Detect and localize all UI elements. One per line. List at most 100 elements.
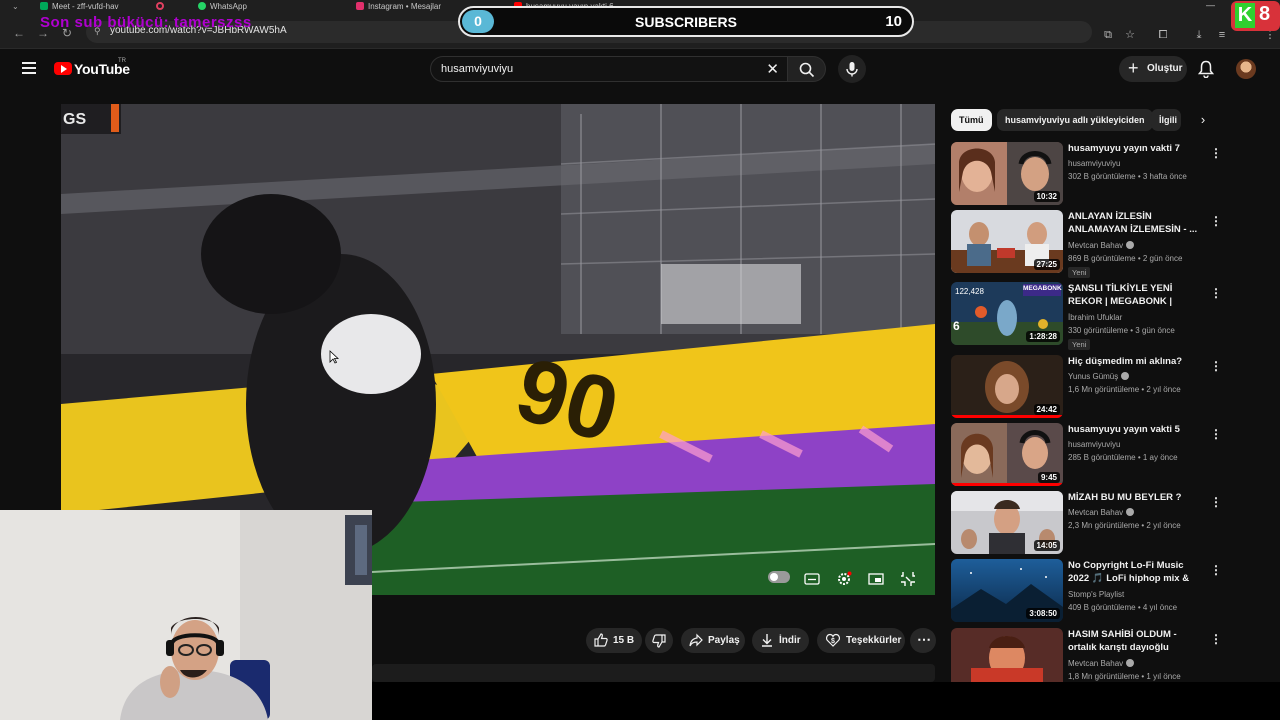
miniplayer-icon[interactable]	[868, 571, 884, 587]
video-thumbnail[interactable]: 14:05	[951, 491, 1063, 554]
channel-name[interactable]: husamviyuviyu	[1068, 159, 1120, 168]
channel-name[interactable]: Stomp's Playlist	[1068, 590, 1124, 599]
extensions-icon[interactable]: ⧠	[1157, 29, 1169, 41]
browser-tab[interactable]: WhatsApp	[198, 0, 338, 13]
subscriber-goal-bar: 0 SUBSCRIBERS 10	[458, 6, 914, 37]
subtitles-icon[interactable]	[804, 571, 820, 587]
channel-name[interactable]: Mevtcan Bahav	[1068, 241, 1135, 250]
video-thumbnail[interactable]: 24:42	[951, 355, 1063, 418]
bookmark-star-icon[interactable]: ☆	[1124, 29, 1136, 41]
menu-icon[interactable]	[22, 62, 36, 74]
super-thanks-icon: $	[826, 633, 840, 647]
back-icon[interactable]: ←	[12, 26, 26, 40]
channel-name-text: husamviyuviyu	[1068, 440, 1121, 449]
install-icon[interactable]: ⧉	[1102, 29, 1114, 41]
video-duration: 27:25	[1033, 259, 1060, 270]
like-button[interactable]: 15 B	[586, 628, 642, 653]
more-vert-icon[interactable]: ⋮	[1210, 495, 1222, 509]
video-title[interactable]: ANLAYAN İZLESİN ANLAMAYAN İZLEMESİN - ..…	[1068, 210, 1202, 236]
kick-viewer-badge: K 8	[1231, 1, 1280, 31]
recommended-video[interactable]: 9:45 husamyuyu yayın vakti 5 husamviyuvi…	[951, 423, 1222, 487]
more-vert-icon[interactable]: ⋮	[1210, 146, 1222, 160]
thanks-label: Teşekkürler	[846, 635, 902, 646]
tab-list-icon[interactable]: ⌄	[12, 0, 19, 13]
recommended-video[interactable]: 24:42 Hiç düşmedim mi aklına? Yunus Gümü…	[951, 355, 1222, 419]
channel-name[interactable]: Mevtcan Bahav	[1068, 659, 1135, 668]
video-title[interactable]: husamyuyu yayın vakti 5	[1068, 423, 1202, 436]
video-title[interactable]: MİZAH BU MU BEYLER ?	[1068, 491, 1202, 504]
media-control-icon[interactable]: ≡	[1216, 29, 1228, 41]
create-label: Oluştur	[1147, 63, 1183, 74]
autoplay-toggle[interactable]	[768, 571, 790, 583]
chip-related[interactable]: İlgili	[1151, 109, 1181, 131]
tab-label: WhatsApp	[210, 2, 247, 11]
dislike-button[interactable]	[645, 628, 673, 653]
recommended-video[interactable]: 3:08:50 No Copyright Lo-Fi Music 2022 🎵 …	[951, 559, 1222, 623]
account-avatar[interactable]	[1236, 59, 1256, 79]
recommended-video[interactable]: 122,428 6 MEGABONK 1:28:28 ŞANSLI TİLKİYL…	[951, 282, 1222, 350]
video-thumbnail[interactable]: 10:32	[951, 142, 1063, 205]
description-box[interactable]	[372, 664, 935, 682]
video-title[interactable]: HASIM SAHİBİ OLDUM - ortalık karıştı day…	[1068, 628, 1202, 654]
create-button[interactable]: + Oluştur	[1119, 56, 1187, 82]
thumbnail-caption: MEGABONK	[1023, 285, 1062, 292]
chevron-right-icon[interactable]: ›	[1194, 111, 1212, 129]
more-vert-icon[interactable]: ⋮	[1210, 632, 1221, 646]
channel-name[interactable]: Mevtcan Bahav	[1068, 508, 1135, 517]
video-thumbnail[interactable]: 3:08:50	[951, 559, 1063, 622]
share-button[interactable]: Paylaş	[681, 628, 745, 653]
video-thumbnail[interactable]: 122,428 6 MEGABONK 1:28:28	[951, 282, 1063, 345]
video-thumbnail[interactable]: 27:25	[951, 210, 1063, 273]
more-vert-icon[interactable]: ⋮	[1210, 214, 1222, 228]
recommended-video[interactable]: 10:32 husamyuyu yayın vakti 7 husamviyuv…	[951, 142, 1222, 206]
download-button[interactable]: İndir	[752, 628, 809, 653]
notifications-bell-icon[interactable]	[1198, 60, 1214, 78]
verified-icon	[1126, 508, 1135, 516]
video-meta: 330 görüntüleme • 3 gün önce	[1068, 326, 1175, 335]
letterbox-bar	[372, 682, 1280, 720]
more-actions-button[interactable]: ⋯	[910, 628, 936, 653]
video-title[interactable]: ŞANSLI TİLKİYLE YENİ REKOR | MEGABONK | …	[1068, 282, 1202, 308]
recommended-video[interactable]: 27:25 ANLAYAN İZLESİN ANLAMAYAN İZLEMESİ…	[951, 210, 1222, 278]
download-label: İndir	[779, 635, 801, 646]
exit-fullscreen-icon[interactable]	[900, 571, 916, 587]
recommended-video[interactable]: 14:05 MİZAH BU MU BEYLER ? Mevtcan Bahav…	[951, 491, 1222, 555]
video-thumbnail[interactable]	[951, 628, 1063, 682]
kick-viewer-count: 8	[1259, 3, 1271, 25]
more-vert-icon[interactable]: ⋮	[1210, 286, 1222, 300]
voice-search-button[interactable]	[838, 55, 866, 83]
settings-gear-icon[interactable]	[836, 571, 852, 587]
channel-name[interactable]: Yunus Gümüş	[1068, 372, 1130, 381]
more-vert-icon[interactable]: ⋮	[1210, 563, 1222, 577]
channel-name-text: Mevtcan Bahav	[1068, 241, 1124, 250]
new-badge: Yeni	[1068, 267, 1091, 278]
webcam-overlay	[0, 510, 372, 720]
download-icon[interactable]: ⤓	[1193, 29, 1205, 41]
recommended-video[interactable]: HASIM SAHİBİ OLDUM - ortalık karıştı day…	[951, 628, 1221, 682]
microphone-icon	[846, 62, 858, 77]
more-vert-icon[interactable]: ⋮	[1210, 427, 1222, 441]
video-thumbnail[interactable]: 9:45	[951, 423, 1063, 486]
video-title[interactable]: No Copyright Lo-Fi Music 2022 🎵 LoFi hip…	[1068, 559, 1202, 585]
channel-name-text: Yunus Gümüş	[1068, 372, 1119, 381]
goal-target: 10	[885, 13, 902, 30]
channel-name[interactable]: İbrahim Ufuklar	[1068, 313, 1122, 322]
video-title[interactable]: husamyuyu yayın vakti 7	[1068, 142, 1202, 155]
channel-name-text: Stomp's Playlist	[1068, 590, 1125, 599]
channel-name[interactable]: husamviyuviyu	[1068, 440, 1120, 449]
video-duration: 9:45	[1037, 472, 1060, 483]
clear-search-icon[interactable]: ✕	[766, 60, 779, 78]
search-input[interactable]: husamviyuviyu ✕	[430, 56, 788, 82]
like-count: 15 B	[613, 635, 635, 646]
more-vert-icon[interactable]: ⋮	[1210, 359, 1222, 373]
minimize-icon[interactable]: —	[1206, 0, 1215, 11]
page-scrollbar[interactable]	[1273, 50, 1280, 682]
video-title[interactable]: Hiç düşmedim mi aklına?	[1068, 355, 1202, 368]
chip-from-uploader[interactable]: husamviyuviyu adlı yükleyiciden	[997, 109, 1153, 131]
svg-text:6: 6	[953, 319, 960, 333]
more-horizontal-icon: ⋯	[917, 631, 931, 647]
thanks-button[interactable]: $ Teşekkürler	[817, 628, 905, 653]
kick-logo: K	[1235, 3, 1255, 28]
chip-all[interactable]: Tümü	[951, 109, 992, 131]
search-button[interactable]	[788, 56, 826, 82]
